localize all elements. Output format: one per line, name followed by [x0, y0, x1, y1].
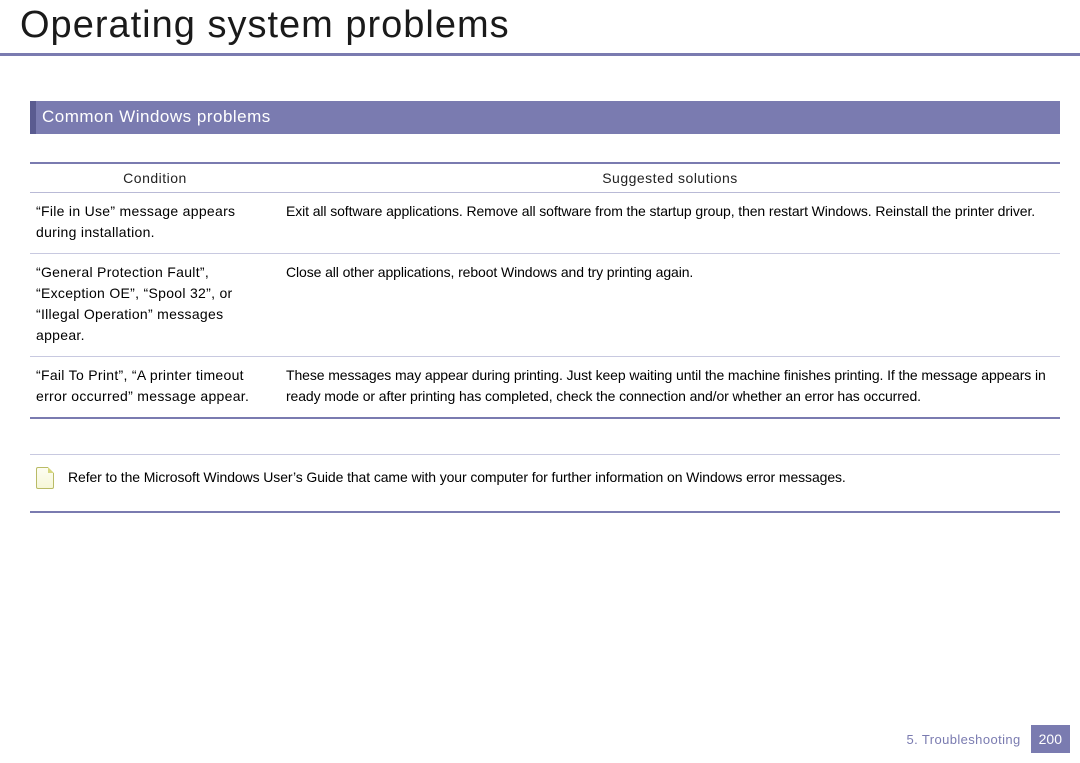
table-row: “Fail To Print”, “A printer timeout erro… — [30, 357, 1060, 419]
cell-condition: “File in Use” message appears during ins… — [30, 193, 280, 254]
page-title: Operating system problems — [0, 0, 1080, 56]
footer: 5. Troubleshooting 200 — [906, 725, 1070, 753]
cell-condition: “Fail To Print”, “A printer timeout erro… — [30, 357, 280, 419]
table-row: “General Protection Fault”, “Exception O… — [30, 254, 1060, 357]
cell-condition: “General Protection Fault”, “Exception O… — [30, 254, 280, 357]
section-heading: Common Windows problems — [30, 101, 1060, 134]
note-box: Refer to the Microsoft Windows User’s Gu… — [30, 454, 1060, 513]
cell-solution: Close all other applications, reboot Win… — [280, 254, 1060, 357]
table-row: “File in Use” message appears during ins… — [30, 193, 1060, 254]
cell-solution: These messages may appear during printin… — [280, 357, 1060, 419]
footer-page-number: 200 — [1031, 725, 1070, 753]
header-solutions: Suggested solutions — [280, 163, 1060, 193]
header-condition: Condition — [30, 163, 280, 193]
note-icon — [36, 467, 54, 489]
cell-solution: Exit all software applications. Remove a… — [280, 193, 1060, 254]
footer-chapter: 5. Troubleshooting — [906, 732, 1020, 747]
content-area: Common Windows problems Condition Sugges… — [0, 56, 1080, 513]
note-text: Refer to the Microsoft Windows User’s Gu… — [68, 467, 846, 485]
problems-table: Condition Suggested solutions “File in U… — [30, 162, 1060, 419]
table-header-row: Condition Suggested solutions — [30, 163, 1060, 193]
